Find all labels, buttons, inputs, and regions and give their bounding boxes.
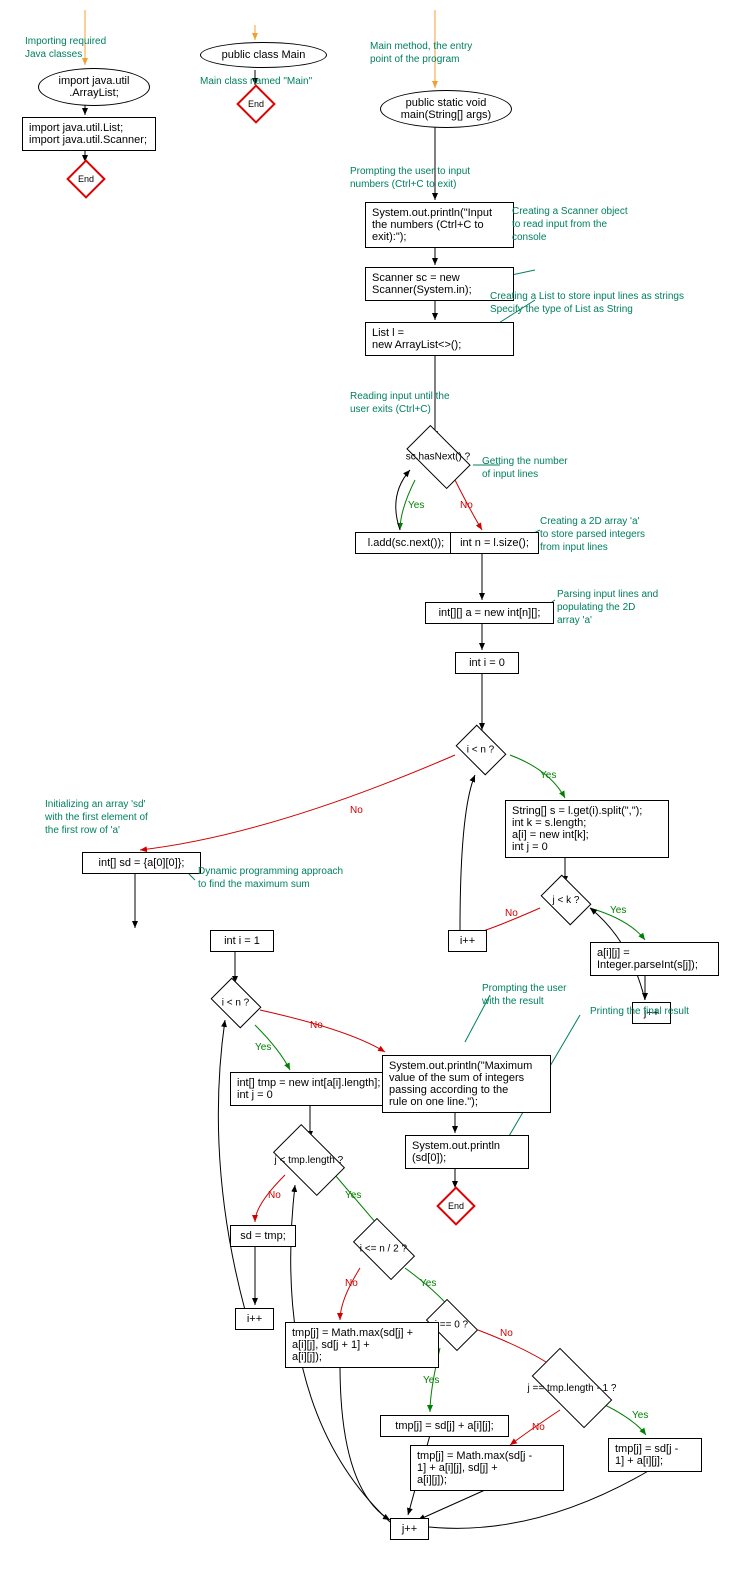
node-tmp-max1: tmp[j] = Math.max(sd[j] +a[i][j], sd[j +…: [285, 1322, 439, 1368]
node-i1: int i = 1: [210, 930, 274, 952]
node-ipp-2: i++: [235, 1308, 274, 1330]
annotation-getnum: Getting the numberof input lines: [482, 455, 568, 481]
node-jpp-2: j++: [390, 1518, 429, 1540]
end-1: End: [66, 159, 106, 199]
label-yes-2: Yes: [540, 770, 556, 781]
diamond-jlttmp: j < tmp.length ?: [273, 1124, 345, 1196]
diamond-ilenhalfn: i <= n / 2 ?: [353, 1218, 415, 1280]
label-no-2: No: [350, 805, 363, 816]
node-ipp-1: i++: [448, 930, 487, 952]
label-yes-8: Yes: [632, 1410, 648, 1421]
flowchart-canvas: Importing requiredJava classes import ja…: [10, 10, 725, 1564]
node-int-array: int[][] a = new int[n][];: [425, 602, 554, 624]
end-2: End: [236, 84, 276, 124]
label-no-8: No: [532, 1422, 545, 1433]
annotation-import: Importing requiredJava classes: [25, 35, 106, 61]
node-import-ellipse: import java.util.ArrayList;: [38, 68, 150, 106]
annotation-prompt: Prompting the user to inputnumbers (Ctrl…: [350, 165, 470, 191]
diamond-iltn-2: i < n ?: [211, 978, 262, 1029]
annotation-dp: Dynamic programming approachto find the …: [198, 865, 343, 891]
annotation-reading: Reading input until theuser exits (Ctrl+…: [350, 390, 450, 416]
annotation-sd: Initializing an array 'sd'with the first…: [45, 798, 148, 837]
node-sd: int[] sd = {a[0][0]};: [82, 852, 201, 874]
label-yes-7: Yes: [423, 1375, 439, 1386]
end-3: End: [436, 1186, 476, 1226]
node-println-input: System.out.println("Inputthe numbers (Ct…: [365, 202, 514, 248]
label-yes-6: Yes: [420, 1278, 436, 1289]
diamond-iltn-1: i < n ?: [456, 725, 507, 776]
diamond-jltk: j < k ?: [541, 875, 592, 926]
node-sdtmp: sd = tmp;: [230, 1225, 296, 1247]
annotation-scanner: Creating a Scanner objectto read input f…: [512, 205, 628, 244]
label-no-6: No: [345, 1278, 358, 1289]
label-no-7: No: [500, 1328, 513, 1339]
node-split: String[] s = l.get(i).split(",");int k =…: [505, 800, 669, 858]
node-list: List l =new ArrayList<>();: [365, 322, 514, 356]
label-no-4: No: [310, 1020, 323, 1031]
node-lsize: int n = l.size();: [450, 532, 539, 554]
label-no-3: No: [505, 908, 518, 919]
node-tmp-max2: tmp[j] = Math.max(sd[j -1] + a[i][j], sd…: [410, 1445, 564, 1491]
node-tmp-sdj: tmp[j] = sd[j] + a[i][j];: [380, 1415, 509, 1437]
node-parseint: a[i][j] =Integer.parseInt(s[j]);: [590, 942, 719, 976]
annotation-2darray: Creating a 2D array 'a'to store parsed i…: [540, 515, 645, 554]
label-no-1: No: [460, 500, 473, 511]
label-no-5: No: [268, 1190, 281, 1201]
node-tmp-sdjm1: tmp[j] = sd[j -1] + a[i][j];: [608, 1438, 702, 1472]
node-import-box: import java.util.List;import java.util.S…: [22, 117, 156, 151]
node-println-max: System.out.println("Maximumvalue of the …: [382, 1055, 551, 1113]
annotation-list: Creating a List to store input lines as …: [490, 290, 684, 316]
node-println-sd: System.out.println(sd[0]);: [405, 1135, 529, 1169]
node-main-class: public class Main: [200, 42, 327, 68]
label-yes-3: Yes: [610, 905, 626, 916]
node-main-method: public static voidmain(String[] args): [380, 90, 512, 128]
annotation-print-final: Printing the final result: [590, 1005, 689, 1018]
label-yes-1: Yes: [408, 500, 424, 511]
annotation-main-method: Main method, the entrypoint of the progr…: [370, 40, 472, 66]
diamond-hasnext: sc.hasNext() ?: [406, 425, 470, 489]
annotation-parsing: Parsing input lines andpopulating the 2D…: [557, 588, 658, 627]
label-yes-4: Yes: [255, 1042, 271, 1053]
node-ladd: l.add(sc.next());: [355, 532, 457, 554]
annotation-prompt-result: Prompting the userwith the result: [482, 982, 567, 1008]
diamond-jeqlast: j == tmp.length - 1 ?: [532, 1348, 613, 1429]
node-i0: int i = 0: [455, 652, 519, 674]
label-yes-5: Yes: [345, 1190, 361, 1201]
